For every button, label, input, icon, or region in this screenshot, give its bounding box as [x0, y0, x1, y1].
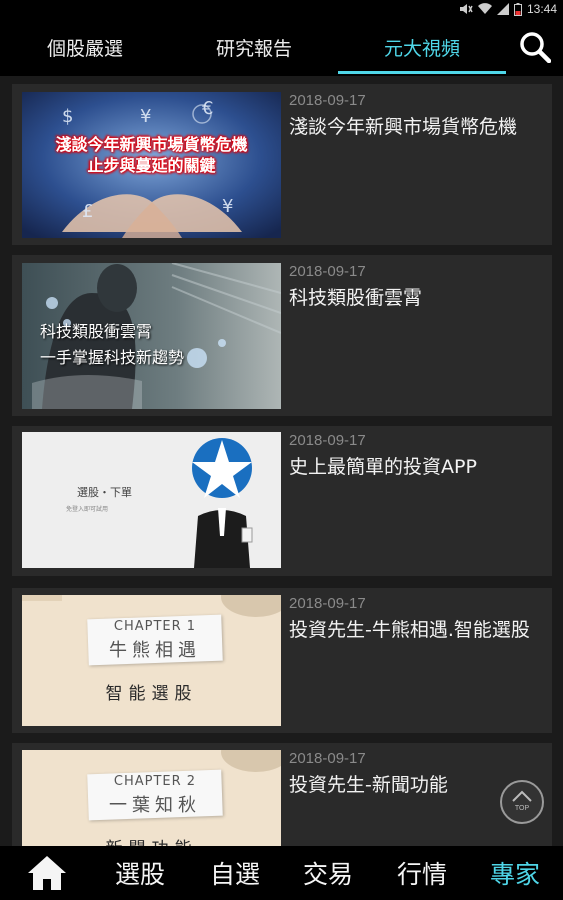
thumbnail-caption: 一手掌握科技新趨勢	[40, 348, 185, 367]
clock: 13:44	[526, 2, 557, 16]
video-thumbnail[interactable]: CHAPTER 1 牛熊相遇 智能選股	[22, 595, 281, 726]
nav-home[interactable]	[15, 846, 79, 900]
video-date: 2018-09-17	[289, 432, 366, 449]
thumbnail-caption: CHAPTER 2	[113, 774, 197, 789]
thumbnail-caption: 選股・下單	[77, 486, 132, 499]
video-card[interactable]: ¥ € £ ¥ $ 淺談今年新興市場貨幣危機 止步與蔓延的關鍵 2018-09-17 淺…	[12, 84, 552, 245]
video-thumbnail[interactable]: CHAPTER 2 一葉知秋 新聞功能	[22, 750, 281, 846]
home-icon	[28, 856, 66, 890]
nav-trade[interactable]: 交易	[284, 846, 372, 900]
tab-research-reports[interactable]: 研究報告	[170, 18, 338, 76]
video-thumbnail[interactable]: ¥ € £ ¥ $ 淺談今年新興市場貨幣危機 止步與蔓延的關鍵	[22, 92, 281, 238]
mascot-figure-image	[192, 438, 253, 568]
video-thumbnail[interactable]: 選股・下單 免登入即可試用	[22, 432, 281, 568]
nav-quotes[interactable]: 行情	[378, 846, 466, 900]
video-date: 2018-09-17	[289, 92, 366, 109]
video-card[interactable]: CHAPTER 1 牛熊相遇 智能選股 2018-09-17 投資先生-牛熊相遇…	[12, 588, 552, 733]
svg-text:€: €	[202, 98, 213, 119]
thumbnail-caption: 一葉知秋	[109, 795, 201, 816]
chevron-up-icon	[512, 790, 532, 802]
active-tab-indicator	[338, 71, 506, 74]
status-bar: 13:44	[0, 0, 563, 18]
thumbnail-caption: 科技類股衝雲霄	[40, 322, 153, 341]
back-to-top-button[interactable]: TOP	[500, 780, 544, 824]
battery-icon	[513, 2, 522, 16]
thumbnail-caption: 免登入即可試用	[66, 506, 109, 513]
video-list[interactable]: ¥ € £ ¥ $ 淺談今年新興市場貨幣危機 止步與蔓延的關鍵 2018-09-17 淺…	[0, 76, 563, 846]
video-card[interactable]: 科技類股衝雲霄 一手掌握科技新趨勢 2018-09-17 科技類股衝雲霄	[12, 255, 552, 416]
video-title[interactable]: 投資先生-牛熊相遇.智能選股	[289, 617, 544, 644]
video-title[interactable]: 史上最簡單的投資APP	[289, 454, 544, 481]
back-to-top-label: TOP	[514, 805, 530, 812]
thumbnail-caption: 新聞功能	[22, 834, 281, 846]
nav-watchlist[interactable]: 自選	[191, 846, 279, 900]
bottom-nav: 選股 自選 交易 行情 專家	[0, 846, 563, 900]
video-date: 2018-09-17	[289, 263, 366, 280]
thumbnail-caption: 牛熊相遇	[109, 640, 201, 661]
wifi-icon	[477, 3, 492, 15]
svg-text:¥: ¥	[140, 106, 151, 127]
video-title[interactable]: 科技類股衝雲霄	[289, 285, 544, 312]
thumbnail-caption: CHAPTER 1	[113, 619, 197, 634]
svg-text:$: $	[62, 106, 73, 127]
thumbnail-caption: 智能選股	[105, 684, 198, 704]
tab-yuanta-videos[interactable]: 元大視頻	[338, 18, 506, 76]
video-title[interactable]: 淺談今年新興市場貨幣危機	[289, 114, 544, 141]
signal-icon	[496, 3, 509, 15]
video-thumbnail[interactable]: 科技類股衝雲霄 一手掌握科技新趨勢	[22, 263, 281, 409]
svg-text:£: £	[82, 201, 93, 222]
svg-text:¥: ¥	[222, 196, 233, 217]
video-card[interactable]: CHAPTER 2 一葉知秋 新聞功能 2018-09-17 投資先生-新聞功能	[12, 743, 552, 846]
mute-icon	[459, 4, 473, 14]
video-card[interactable]: 選股・下單 免登入即可試用 2018-09-17 史上最簡單的投資APP	[12, 426, 552, 576]
thumbnail-caption: 淺談今年新興市場貨幣危機	[55, 135, 248, 154]
top-tab-bar: 個股嚴選 研究報告 元大視頻	[0, 18, 563, 76]
video-date: 2018-09-17	[289, 595, 366, 612]
thumbnail-caption: 止步與蔓延的關鍵	[87, 156, 216, 175]
search-icon	[519, 32, 551, 63]
video-date: 2018-09-17	[289, 750, 366, 767]
nav-stock-picking[interactable]: 選股	[96, 846, 184, 900]
nav-experts[interactable]: 專家	[471, 846, 559, 900]
search-button[interactable]	[506, 18, 563, 76]
tab-stock-picks[interactable]: 個股嚴選	[0, 18, 170, 76]
